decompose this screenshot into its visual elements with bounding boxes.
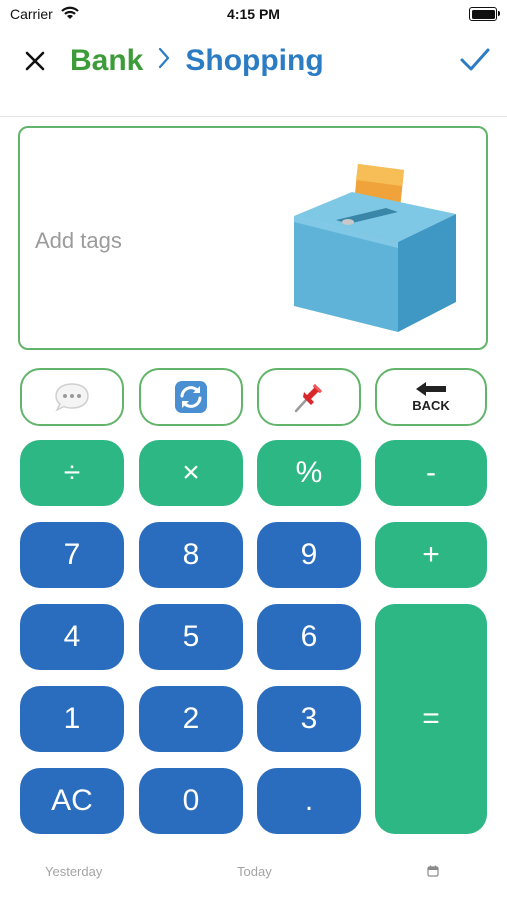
- key-8[interactable]: 8: [139, 522, 243, 588]
- calendar-icon: [427, 865, 439, 877]
- confirm-button[interactable]: [459, 46, 491, 79]
- breadcrumb: Bank Shopping: [70, 44, 324, 78]
- key-2[interactable]: 2: [139, 686, 243, 752]
- breadcrumb-from[interactable]: Bank: [70, 44, 143, 78]
- back-arrow-icon: [416, 382, 446, 396]
- key-divide[interactable]: ÷: [20, 440, 124, 506]
- key-5[interactable]: 5: [139, 604, 243, 670]
- ballot-box-icon: [286, 156, 458, 337]
- key-plus[interactable]: +: [375, 522, 487, 588]
- calendar-button[interactable]: [427, 865, 439, 880]
- today-button[interactable]: Today: [237, 864, 272, 879]
- date-bar: Yesterday Today: [0, 858, 507, 888]
- close-button[interactable]: [22, 48, 48, 79]
- close-icon: [25, 51, 45, 71]
- key-4[interactable]: 4: [20, 604, 124, 670]
- key-7[interactable]: 7: [20, 522, 124, 588]
- back-button[interactable]: BACK: [375, 368, 487, 426]
- chevron-right-icon: [157, 44, 171, 78]
- note-button[interactable]: [20, 368, 124, 426]
- key-minus[interactable]: -: [375, 440, 487, 506]
- speech-bubble-icon: [55, 383, 89, 412]
- back-label: BACK: [412, 398, 450, 413]
- key-0[interactable]: 0: [139, 768, 243, 834]
- key-6[interactable]: 6: [257, 604, 361, 670]
- repeat-icon: [175, 381, 207, 413]
- key-percent[interactable]: %: [257, 440, 361, 506]
- checkmark-icon: [460, 48, 490, 71]
- navigation-bar: Bank Shopping: [0, 28, 507, 117]
- key-dot[interactable]: .: [257, 768, 361, 834]
- key-3[interactable]: 3: [257, 686, 361, 752]
- key-9[interactable]: 9: [257, 522, 361, 588]
- status-bar: Carrier 4:15 PM: [0, 0, 507, 28]
- status-time: 4:15 PM: [227, 6, 280, 22]
- key-clear[interactable]: AC: [20, 768, 124, 834]
- key-1[interactable]: 1: [20, 686, 124, 752]
- key-multiply[interactable]: ×: [139, 440, 243, 506]
- battery-icon: [469, 7, 500, 21]
- tags-area[interactable]: Add tags: [18, 126, 488, 350]
- key-equals[interactable]: =: [375, 604, 487, 834]
- breadcrumb-to[interactable]: Shopping: [185, 44, 323, 78]
- yesterday-button[interactable]: Yesterday: [45, 864, 102, 879]
- pin-button[interactable]: [257, 368, 361, 426]
- repeat-button[interactable]: [139, 368, 243, 426]
- pushpin-icon: [294, 384, 322, 413]
- tags-input-placeholder[interactable]: Add tags: [35, 228, 122, 254]
